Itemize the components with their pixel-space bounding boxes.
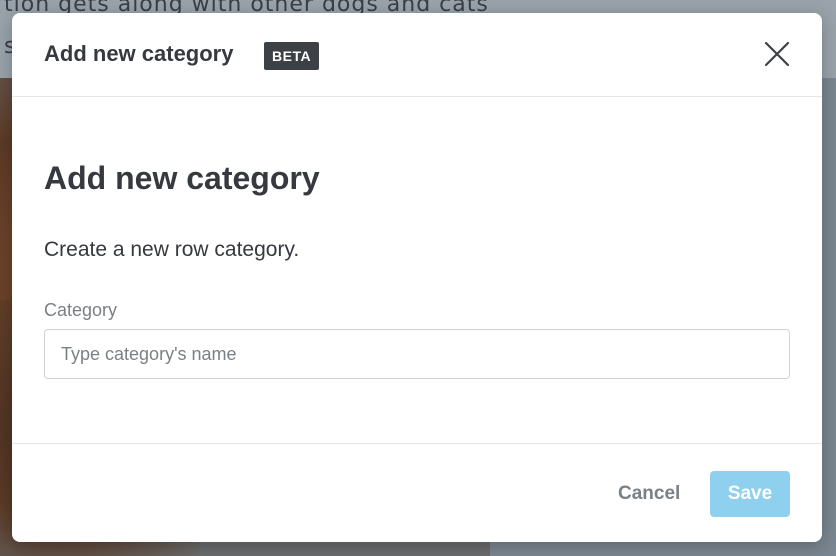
modal-title: Add new category (44, 41, 234, 66)
cancel-button[interactable]: Cancel (602, 472, 696, 516)
modal-footer: Cancel Save (12, 443, 822, 542)
category-name-input[interactable] (44, 329, 790, 379)
modal-header: Add new category BETA (12, 13, 822, 97)
close-button[interactable] (760, 37, 794, 71)
modal-body: Add new category Create a new row catego… (12, 97, 822, 444)
category-field-label: Category (44, 300, 118, 320)
body-description: Create a new row category. (44, 238, 300, 261)
beta-badge: BETA (264, 42, 320, 70)
add-category-modal: Add new category BETA Add new category C… (12, 13, 822, 542)
save-button[interactable]: Save (710, 471, 790, 517)
body-heading: Add new category (44, 160, 320, 196)
close-icon (764, 41, 790, 67)
